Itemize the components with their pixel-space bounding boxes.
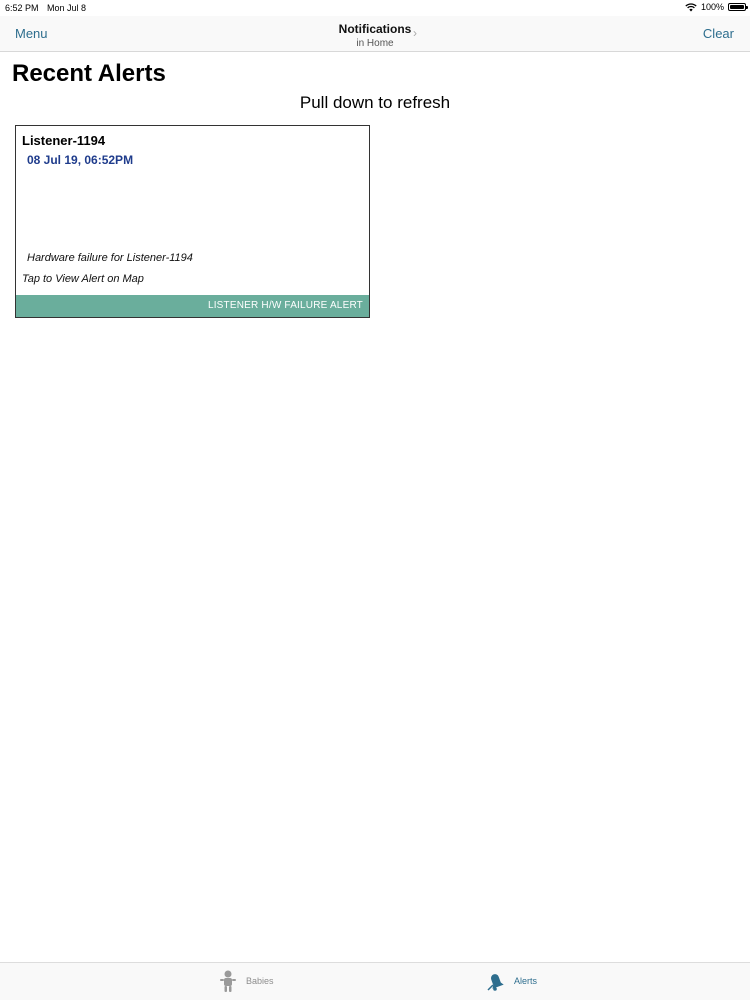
- nav-title: Notifications: [338, 22, 412, 36]
- status-left: 6:52 PM Mon Jul 8: [5, 3, 92, 13]
- alert-type-label: LISTENER H/W FAILURE ALERT: [16, 295, 369, 317]
- baby-icon: [220, 970, 236, 992]
- alert-description: Hardware failure for Listener-1194: [27, 252, 193, 264]
- tab-babies[interactable]: Babies: [218, 969, 274, 993]
- alert-datetime: 08 Jul 19, 06:52PM: [27, 153, 134, 167]
- status-bar: 6:52 PM Mon Jul 8 100%: [0, 0, 750, 16]
- status-time: 6:52 PM: [5, 3, 39, 13]
- tab-alerts[interactable]: Alerts: [486, 969, 537, 993]
- alert-name: Listener-1194: [22, 133, 106, 148]
- alert-tap-hint: Tap to View Alert on Map: [22, 273, 144, 285]
- pull-to-refresh-hint: Pull down to refresh: [299, 93, 451, 112]
- tab-bar: Babies Alerts: [0, 962, 750, 1000]
- alert-card[interactable]: Listener-1194 08 Jul 19, 06:52PM Hardwar…: [15, 125, 370, 318]
- bell-icon: [487, 974, 504, 991]
- tab-alerts-label: Alerts: [514, 976, 538, 986]
- tab-babies-label: Babies: [246, 976, 274, 986]
- clear-button[interactable]: Clear: [703, 26, 734, 41]
- nav-title-group[interactable]: Notifications in Home: [0, 22, 750, 49]
- chevron-right-icon: ›: [413, 26, 417, 40]
- battery-icon: [728, 3, 748, 11]
- battery-percent: 100%: [700, 2, 724, 12]
- status-right: 100%: [685, 2, 748, 12]
- nav-subtitle: in Home: [356, 38, 394, 49]
- status-date: Mon Jul 8: [47, 3, 87, 13]
- nav-bar: Menu Notifications in Home › Clear: [0, 16, 750, 52]
- wifi-icon: [685, 2, 697, 11]
- page-title: Recent Alerts: [12, 60, 166, 87]
